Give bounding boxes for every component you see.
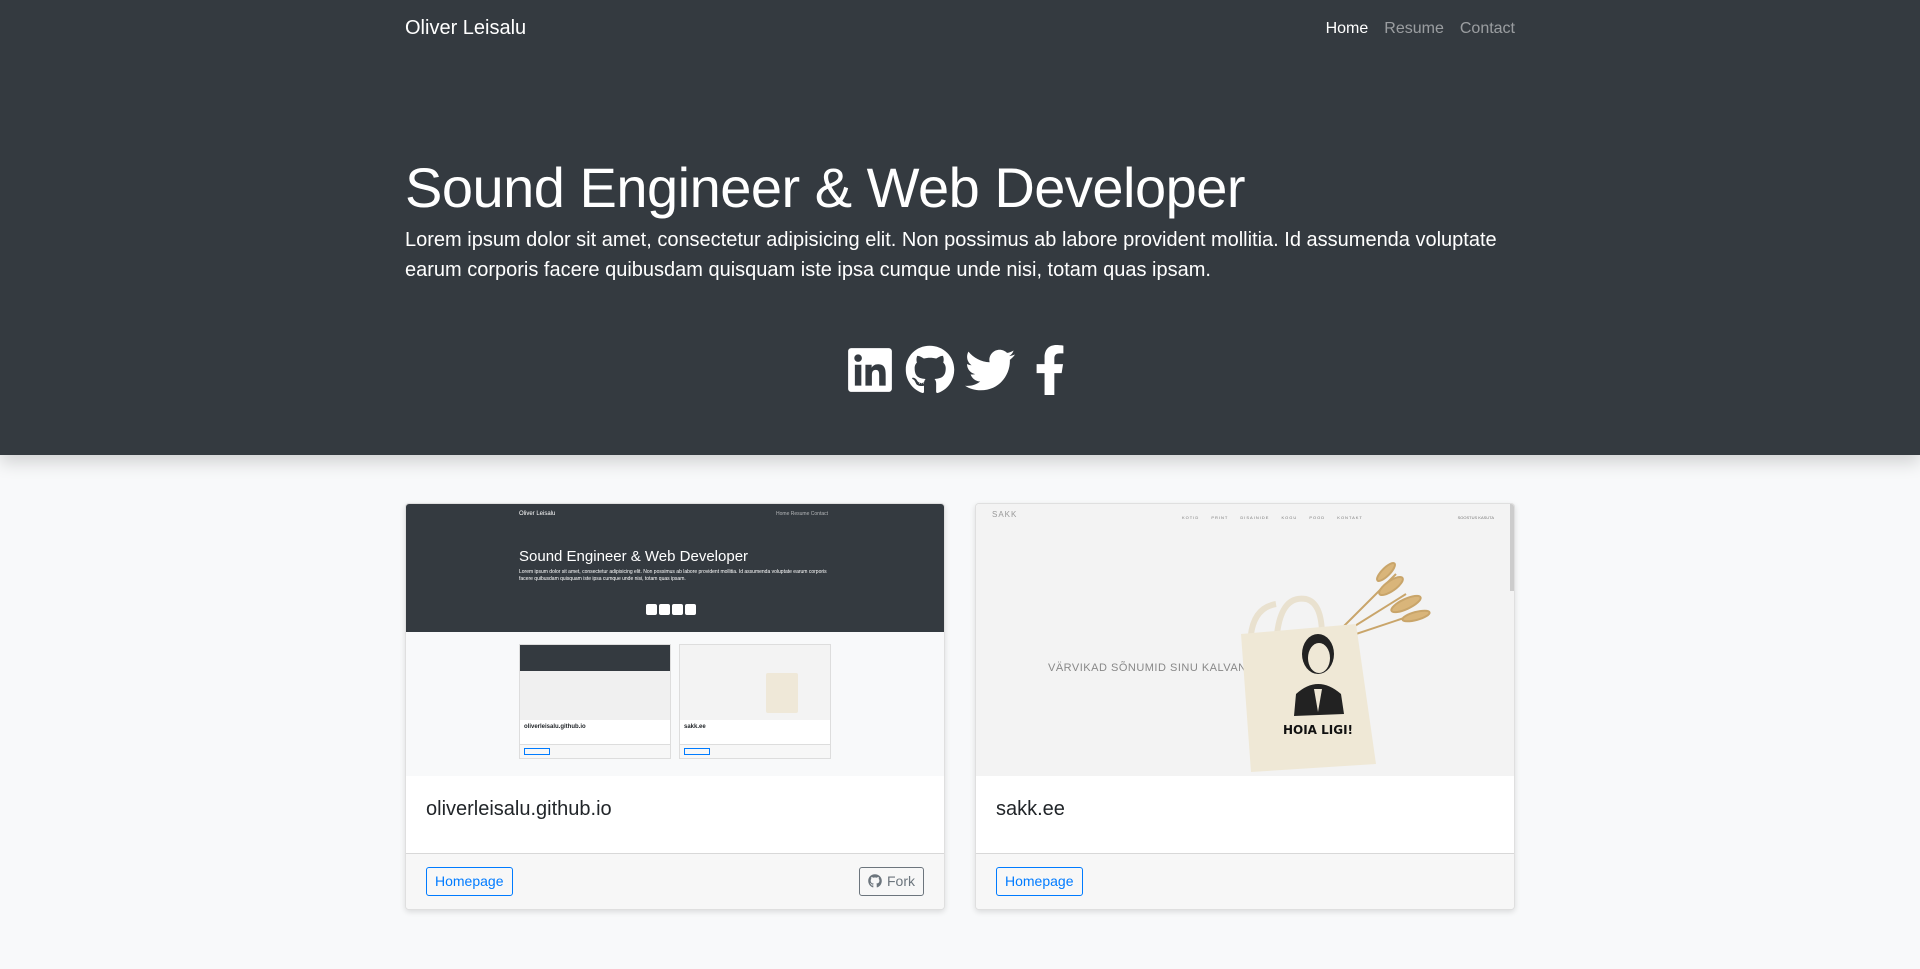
brand-link[interactable]: Oliver Leisalu [405,17,526,40]
nav-resume[interactable]: Resume [1384,20,1444,38]
project-card: Oliver Leisalu Home Resume Contact Sound… [405,503,945,910]
nav-links: Home Resume Contact [1326,20,1515,38]
preview-card: sakk.ee [679,644,831,759]
project-card: SAKK KOTID PRINT DISAINIDE KOGU POOD KON… [975,503,1515,910]
project-title: sakk.ee [996,798,1065,820]
social-links [405,345,1515,396]
project-title: oliverleisalu.github.io [426,798,612,820]
card-body: oliverleisalu.github.io [406,776,944,853]
twitter-icon[interactable] [965,345,1015,395]
preview-card: oliverleisalu.github.io [519,644,671,759]
tote-bag-image: HOIA LIGI! [1241,562,1431,772]
card-footer: Homepage [976,853,1514,909]
preview-hero: Oliver Leisalu Home Resume Contact Sound… [406,504,944,632]
project-screenshot[interactable]: SAKK KOTID PRINT DISAINIDE KOGU POOD KON… [976,504,1514,776]
preview-card-label: oliverleisalu.github.io [524,724,586,730]
preview-body: oliverleisalu.github.io sakk.ee [406,632,944,776]
nav-contact[interactable]: Contact [1460,20,1515,38]
preview-sakk: SAKK KOTID PRINT DISAINIDE KOGU POOD KON… [976,504,1514,776]
card-footer: Homepage Fork [406,853,944,909]
fork-button[interactable]: Fork [859,867,924,896]
hero-lead: Lorem ipsum dolor sit amet, consectetur … [405,229,1497,282]
preview-brand: Oliver Leisalu [519,511,556,517]
navbar: Oliver Leisalu Home Resume Contact [405,0,1515,57]
nav-home[interactable]: Home [1326,20,1369,38]
preview-nav: Home Resume Contact [776,511,828,517]
preview-card-label: sakk.ee [684,724,706,730]
project-cards: Oliver Leisalu Home Resume Contact Sound… [405,503,1515,910]
preview-title: Sound Engineer & Web Developer [519,548,749,565]
linkedin-icon[interactable] [845,345,895,395]
page-title: Sound Engineer & Web Developer [405,156,1246,219]
fork-label: Fork [887,873,915,890]
bag-text: HOIA LIGI! [1283,723,1353,737]
github-icon[interactable] [905,345,955,395]
hero-section: Oliver Leisalu Home Resume Contact Sound… [0,0,1920,455]
facebook-icon[interactable] [1025,345,1075,396]
preview-lead: Lorem ipsum dolor sit amet, consectetur … [519,569,827,582]
homepage-button[interactable]: Homepage [426,867,513,896]
homepage-button[interactable]: Homepage [996,867,1083,896]
github-icon [868,874,882,888]
card-body: sakk.ee [976,776,1514,853]
main-content: Oliver Leisalu Home Resume Contact Sound… [405,503,1515,910]
preview-socials [646,604,696,615]
project-screenshot[interactable]: Oliver Leisalu Home Resume Contact Sound… [406,504,944,776]
